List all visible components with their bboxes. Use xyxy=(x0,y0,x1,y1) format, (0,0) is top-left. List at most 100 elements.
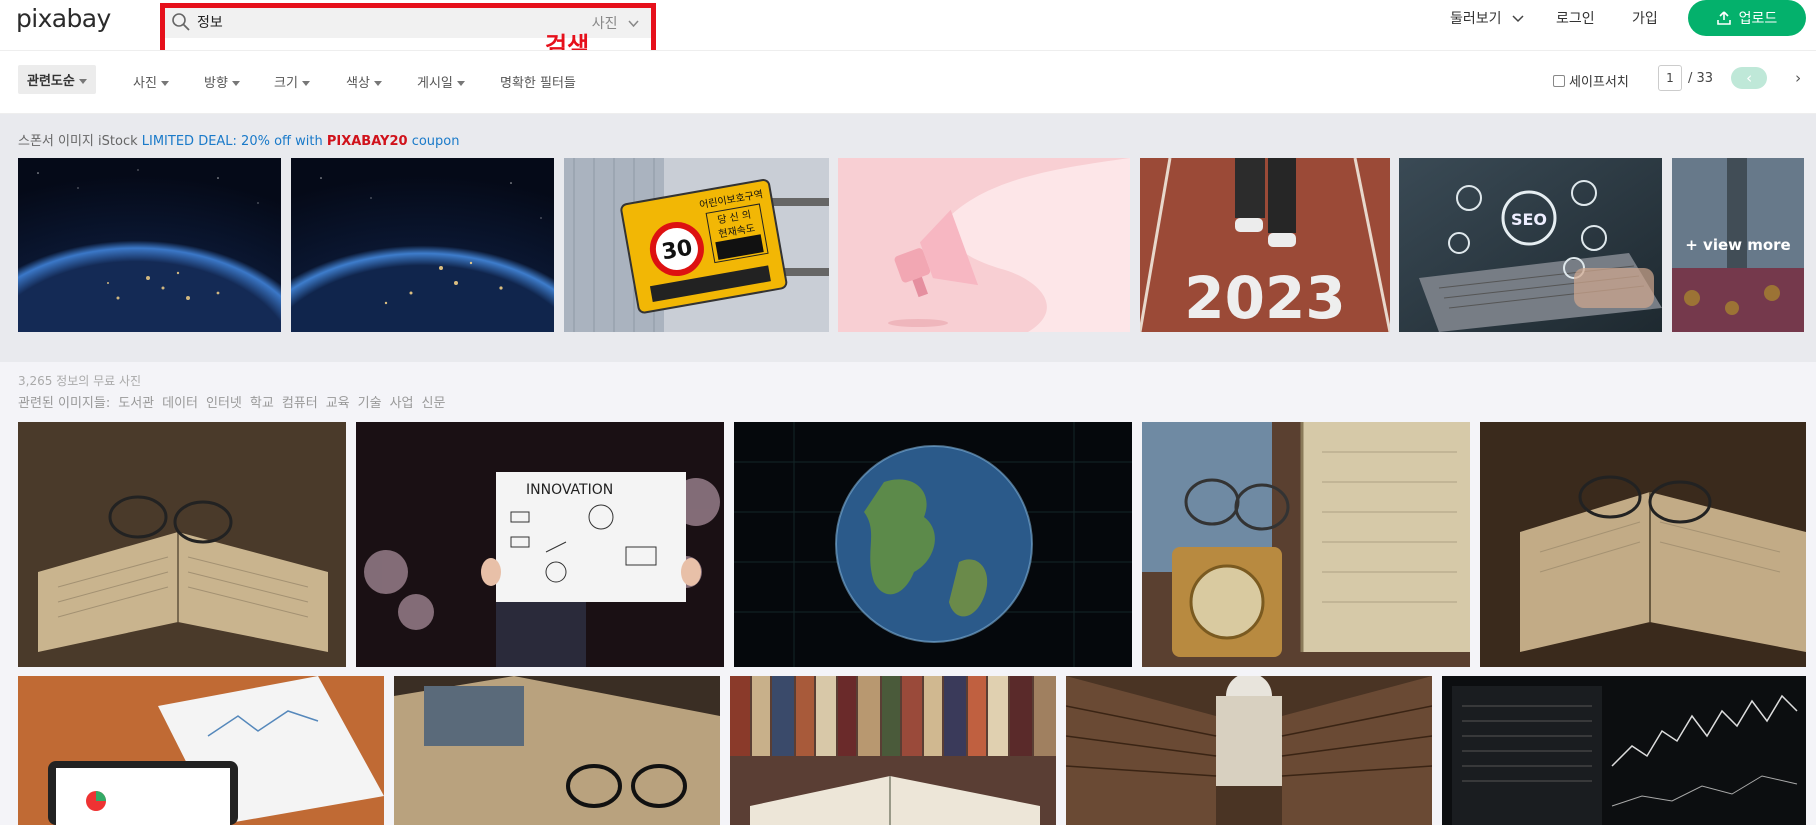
result-image[interactable] xyxy=(18,422,346,667)
explore-menu[interactable]: 둘러보기 xyxy=(1450,8,1524,32)
filter-size[interactable]: 크기 xyxy=(274,72,310,91)
chevron-down-icon xyxy=(628,20,639,28)
result-image[interactable] xyxy=(394,676,720,825)
result-image[interactable] xyxy=(730,676,1056,825)
running-track-2023-image: 2023 xyxy=(1140,158,1390,332)
related-tag[interactable]: 인터넷 xyxy=(206,392,242,411)
join-link[interactable]: 가입 xyxy=(1632,8,1658,32)
related-tag[interactable]: 학교 xyxy=(250,392,274,411)
filter-label: 크기 xyxy=(274,76,298,91)
coupon-suffix[interactable]: coupon xyxy=(412,134,460,149)
sponsored-image[interactable] xyxy=(838,158,1130,332)
svg-text:30: 30 xyxy=(660,235,695,265)
coupon-code[interactable]: PIXABAY20 xyxy=(327,134,408,149)
related-tag[interactable]: 기술 xyxy=(358,392,382,411)
sponsored-section: 스폰서 이미지 iStock LIMITED DEAL: 20% off wit… xyxy=(0,114,1816,362)
sort-dropdown[interactable]: 관련도순 xyxy=(18,65,96,94)
upload-button[interactable]: 업로드 xyxy=(1688,0,1806,36)
earth-night-image xyxy=(291,158,554,332)
view-more-tile[interactable]: + view more xyxy=(1672,158,1804,332)
result-image[interactable] xyxy=(1480,422,1806,667)
book-glasses-image xyxy=(394,676,720,825)
caret-down-icon xyxy=(301,81,310,86)
filter-bar: 관련도순 사진 방향 크기 색상 게시일 명확한 필터들 세이프서치 1 / 3… xyxy=(0,50,1816,114)
safesearch-checkbox[interactable] xyxy=(1553,74,1565,87)
filter-type[interactable]: 사진 xyxy=(133,72,169,91)
next-page-button[interactable]: › xyxy=(1783,67,1813,89)
megaphone-image xyxy=(838,158,1130,332)
sponsored-image[interactable] xyxy=(18,158,281,332)
sponsored-image[interactable]: SEO xyxy=(1399,158,1662,332)
view-more-label: + view more xyxy=(1672,158,1804,332)
result-image[interactable]: INNOVATION xyxy=(356,422,724,667)
svg-text:INNOVATION: INNOVATION xyxy=(526,482,613,498)
related-tag[interactable]: 교육 xyxy=(326,392,350,411)
related-tag[interactable]: 신문 xyxy=(421,392,445,411)
search-type-select[interactable]: 사진 xyxy=(592,13,639,33)
filter-label: 게시일 xyxy=(417,76,453,91)
caret-down-icon xyxy=(373,81,382,86)
filter-exact[interactable]: 명확한 필터들 xyxy=(500,72,576,91)
search-type-label: 사진 xyxy=(591,16,618,32)
safesearch-label: 세이프서치 xyxy=(1569,75,1629,90)
sponsored-image[interactable] xyxy=(291,158,554,332)
sponsor-prefix: 스폰서 이미지 iStock xyxy=(18,134,138,149)
filter-color[interactable]: 색상 xyxy=(346,72,382,91)
result-image[interactable] xyxy=(734,422,1132,667)
result-count: 3,265 정보의 무료 사진 xyxy=(18,374,142,388)
sponsored-image[interactable]: 30 어린이보호구역 당 신 의 현재속도 xyxy=(564,158,829,332)
result-image[interactable] xyxy=(18,676,384,825)
speed-sign-image: 30 어린이보호구역 당 신 의 현재속도 xyxy=(564,158,829,332)
filter-orientation[interactable]: 방향 xyxy=(204,72,240,91)
earth-night-image xyxy=(18,158,281,332)
filter-date[interactable]: 게시일 xyxy=(417,72,465,91)
search-input[interactable] xyxy=(197,11,537,33)
page-number-input[interactable]: 1 xyxy=(1658,65,1682,91)
book-glasses-image xyxy=(18,422,346,667)
pixabay-logo[interactable]: pixabay xyxy=(16,4,111,33)
result-image[interactable] xyxy=(1442,676,1806,825)
related-tag[interactable]: 사업 xyxy=(390,392,414,411)
svg-text:2023: 2023 xyxy=(1184,264,1345,332)
result-image[interactable] xyxy=(1066,676,1432,825)
svg-text:SEO: SEO xyxy=(1511,210,1547,229)
related-tag[interactable]: 컴퓨터 xyxy=(282,392,318,411)
globe-data-image xyxy=(734,422,1132,667)
library-hall-image xyxy=(1066,676,1432,825)
innovation-board-image: INNOVATION xyxy=(356,422,724,667)
top-header: pixabay 사진 검색 둘러보기 로그인 가입 업로드 xyxy=(0,0,1816,66)
library-book-image xyxy=(730,676,1056,825)
caret-down-icon xyxy=(456,81,465,86)
sponsored-image[interactable]: 2023 xyxy=(1140,158,1390,332)
caret-down-icon xyxy=(231,81,240,86)
login-link[interactable]: 로그인 xyxy=(1556,8,1595,32)
filter-label: 색상 xyxy=(346,76,370,91)
caret-down-icon xyxy=(160,81,169,86)
related-tag[interactable]: 데이터 xyxy=(162,392,198,411)
related-tags: 관련된 이미지들: 도서관 데이터 인터넷 학교 컴퓨터 교육 기술 사업 신문 xyxy=(18,392,445,411)
deal-link[interactable]: LIMITED DEAL: 20% off with xyxy=(142,134,323,149)
caret-down-icon xyxy=(78,79,87,84)
safesearch-toggle[interactable]: 세이프서치 xyxy=(1553,71,1629,90)
result-image[interactable] xyxy=(1142,422,1470,667)
related-tag[interactable]: 도서관 xyxy=(118,392,154,411)
related-label: 관련된 이미지들: xyxy=(18,396,111,411)
filter-label: 사진 xyxy=(133,76,157,91)
search-results: 3,265 정보의 무료 사진 관련된 이미지들: 도서관 데이터 인터넷 학교… xyxy=(0,362,1816,825)
pagination: 1 / 33 ‹ › xyxy=(1658,65,1813,91)
seo-laptop-image: SEO xyxy=(1399,158,1662,332)
page-total: / 33 xyxy=(1688,70,1714,86)
filter-label: 방향 xyxy=(204,76,228,91)
search-icon[interactable] xyxy=(171,12,191,32)
old-books-clock-image xyxy=(1142,422,1470,667)
chevron-down-icon xyxy=(1512,15,1524,23)
sort-label: 관련도순 xyxy=(27,74,75,89)
upload-label: 업로드 xyxy=(1738,11,1778,27)
prev-page-button[interactable]: ‹ xyxy=(1731,67,1768,89)
explore-label: 둘러보기 xyxy=(1450,11,1502,27)
upload-icon xyxy=(1716,11,1731,25)
stock-chart-image xyxy=(1442,676,1806,825)
sponsor-banner: 스폰서 이미지 iStock LIMITED DEAL: 20% off wit… xyxy=(18,130,459,149)
business-charts-image xyxy=(18,676,384,825)
book-glasses-image xyxy=(1480,422,1806,667)
